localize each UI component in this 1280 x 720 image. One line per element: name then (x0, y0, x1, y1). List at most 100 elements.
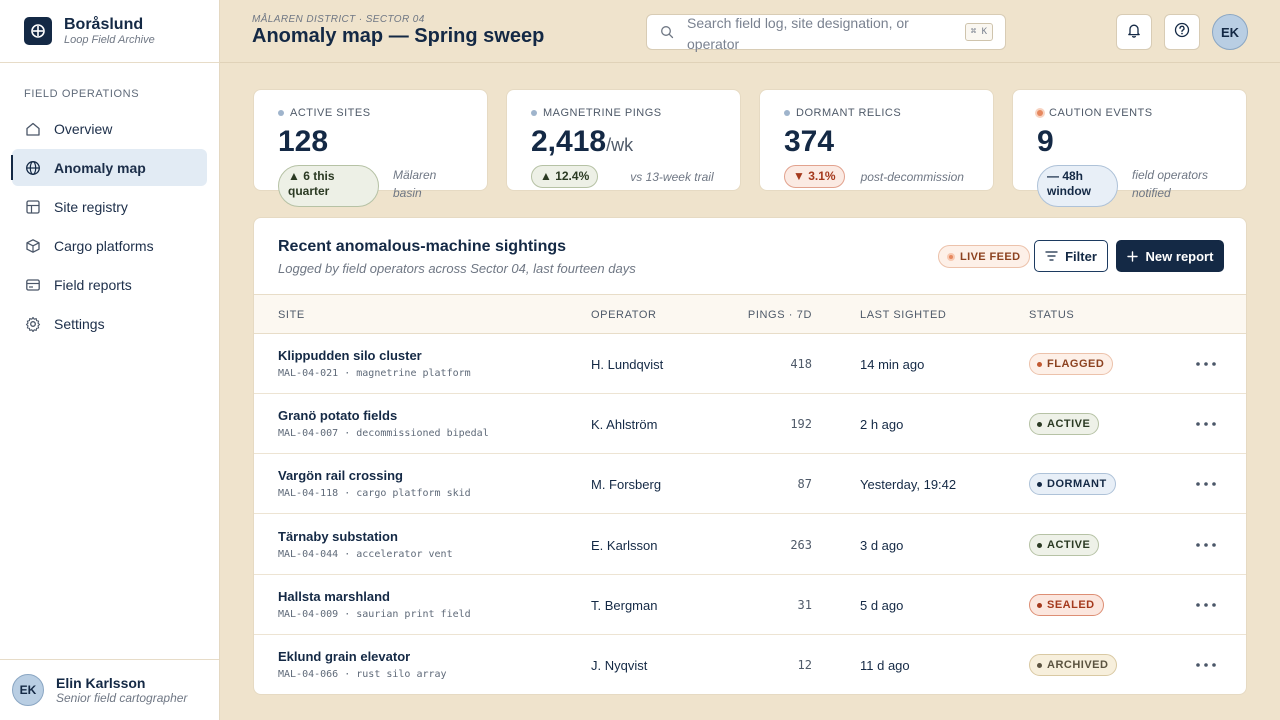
table-row[interactable]: Granö potato fields MAL-04-007 · decommi… (254, 394, 1246, 454)
table-row[interactable]: Klippudden silo cluster MAL-04-021 · mag… (254, 334, 1246, 394)
stat-value: 9 (1037, 125, 1054, 158)
stat-label: DORMANT RELICS (796, 107, 902, 119)
column-header-site[interactable]: SITE (278, 309, 305, 321)
page-title: Anomaly map — Spring sweep (252, 25, 545, 47)
status-badge: ARCHIVED (1029, 654, 1118, 676)
sightings-table-card: Recent anomalous-machine sightings Logge… (253, 217, 1247, 695)
more-actions-icon[interactable] (1192, 474, 1220, 494)
sidebar-item-cargo-platforms[interactable]: Cargo platforms (12, 227, 207, 264)
sidebar-item-field-reports[interactable]: Field reports (12, 266, 207, 303)
operator-name: M. Forsberg (591, 477, 662, 492)
stat-card-active-sites: ACTIVE SITES 128 ▲ 6 this quarter Mälare… (253, 89, 488, 207)
home-icon (24, 120, 42, 138)
table-subtitle: Logged by field operators across Sector … (278, 261, 636, 276)
last-sighted: 14 min ago (860, 357, 925, 372)
site-code: MAL-04-007 · decommissioned bipedal (278, 428, 489, 439)
stat-card-dormant-relics: DORMANT RELICS 374 ▼ 3.1% post-decommiss… (759, 89, 994, 191)
sidebar-item-settings[interactable]: Settings (12, 305, 207, 342)
sidebar-nav: Overview Anomaly map Site registry Cargo… (0, 110, 219, 342)
more-actions-icon[interactable] (1192, 354, 1220, 374)
new-report-button[interactable]: New report (1116, 240, 1224, 272)
pings-count: 12 (797, 658, 812, 672)
shortcut-hint: ⌘ K (964, 23, 993, 41)
bell-icon (1126, 22, 1142, 43)
status-badge: ACTIVE (1029, 534, 1100, 556)
live-feed-badge: LIVE FEED (938, 245, 1031, 268)
help-button[interactable] (1164, 14, 1200, 50)
user-profile[interactable]: EK Elin Karlsson Senior field cartograph… (0, 659, 219, 720)
column-header-status[interactable]: STATUS (1029, 309, 1074, 321)
search-input[interactable] (687, 15, 952, 49)
table-row[interactable]: Vargön rail crossing MAL-04-118 · cargo … (254, 454, 1246, 514)
column-header-last-sighted[interactable]: LAST SIGHTED (860, 309, 946, 321)
table-row[interactable]: Hallsta marshland MAL-04-009 · saurian p… (254, 575, 1246, 635)
site-code: MAL-04-118 · cargo platform skid (278, 488, 471, 499)
plus-icon (1126, 250, 1138, 262)
sidebar-item-anomaly-map[interactable]: Anomaly map (11, 149, 207, 186)
brand-subtitle: Loop Field Archive (64, 33, 155, 46)
sidebar-item-site-registry[interactable]: Site registry (12, 188, 207, 225)
site-name: Eklund grain elevator (278, 649, 411, 664)
more-actions-icon[interactable] (1192, 655, 1220, 675)
more-actions-icon[interactable] (1192, 414, 1220, 434)
operator-name: J. Nyqvist (591, 658, 648, 673)
sidebar-item-label: Overview (54, 120, 113, 137)
table-row[interactable]: Eklund grain elevator MAL-04-066 · rust … (254, 635, 1246, 694)
site-name: Granö potato fields (278, 408, 398, 423)
stat-delta: — 48h window (1037, 165, 1118, 207)
more-actions-icon[interactable] (1192, 535, 1220, 555)
pings-count: 87 (797, 477, 812, 491)
pings-count: 263 (790, 538, 812, 552)
brand-name: Boråslund (64, 15, 144, 33)
site-name: Vargön rail crossing (278, 468, 403, 483)
filter-button[interactable]: Filter (1034, 240, 1108, 272)
status-dot (531, 110, 537, 116)
stat-note: vs 13-week trail (630, 170, 714, 184)
globe-icon (24, 159, 42, 177)
site-code: MAL-04-066 · rust silo array (278, 669, 447, 680)
last-sighted: 11 d ago (860, 658, 910, 673)
card-icon (24, 276, 42, 294)
brand[interactable]: Boråslund Loop Field Archive (0, 0, 219, 63)
status-badge: DORMANT (1029, 473, 1116, 495)
operator-name: K. Ahlström (591, 417, 658, 432)
operator-name: E. Karlsson (591, 538, 658, 553)
operator-name: T. Bergman (591, 598, 658, 613)
last-sighted: 3 d ago (860, 538, 904, 553)
top-header: MÅLAREN DISTRICT · SECTOR 04 Anomaly map… (220, 0, 1280, 63)
search-box[interactable]: Search field log, site designation, or o… (646, 14, 1006, 52)
avatar: EK (12, 674, 44, 706)
table-row[interactable]: Tärnaby substation MAL-04-044 · accelera… (254, 515, 1246, 575)
filter-icon (1045, 250, 1058, 262)
help-icon (1174, 22, 1190, 43)
account-avatar[interactable]: EK (1212, 14, 1248, 50)
table-title: Recent anomalous-machine sightings (278, 238, 567, 255)
gear-icon (24, 315, 42, 333)
grid-icon (24, 198, 42, 216)
column-header-operator[interactable]: OPERATOR (591, 309, 657, 321)
sidebar-item-label: Settings (54, 315, 105, 332)
more-actions-icon[interactable] (1192, 595, 1220, 615)
last-sighted: 2 h ago (860, 417, 904, 432)
status-badge: SEALED (1029, 594, 1104, 616)
stat-delta: ▲ 6 this quarter (278, 165, 379, 207)
status-badge: FLAGGED (1029, 353, 1114, 375)
stat-label: CAUTION EVENTS (1049, 107, 1153, 119)
stat-value: 128 (278, 125, 329, 158)
notifications-button[interactable] (1116, 14, 1152, 50)
box-icon (24, 237, 42, 255)
sidebar-item-label: Site registry (54, 198, 128, 215)
brand-logo-icon (24, 17, 52, 45)
pings-count: 418 (790, 357, 812, 371)
sidebar: Boråslund Loop Field Archive FIELD OPERA… (0, 0, 220, 720)
stat-delta: ▲ 12.4% (531, 165, 599, 188)
nav-section-label: FIELD OPERATIONS (24, 88, 140, 100)
sidebar-item-label: Field reports (54, 276, 132, 293)
stat-value: 2,418/wk (531, 125, 634, 158)
column-header-pings[interactable]: PINGS · 7D (734, 309, 812, 321)
stat-note: Mälaren basin (393, 168, 437, 200)
sidebar-item-overview[interactable]: Overview (12, 110, 207, 147)
stat-card-caution-events: CAUTION EVENTS 9 — 48h window field oper… (1012, 89, 1247, 207)
pings-count: 192 (790, 417, 812, 431)
stat-card-magnetrine-pings: MAGNETRINE PINGS 2,418/wk ▲ 12.4% vs 13-… (506, 89, 741, 191)
